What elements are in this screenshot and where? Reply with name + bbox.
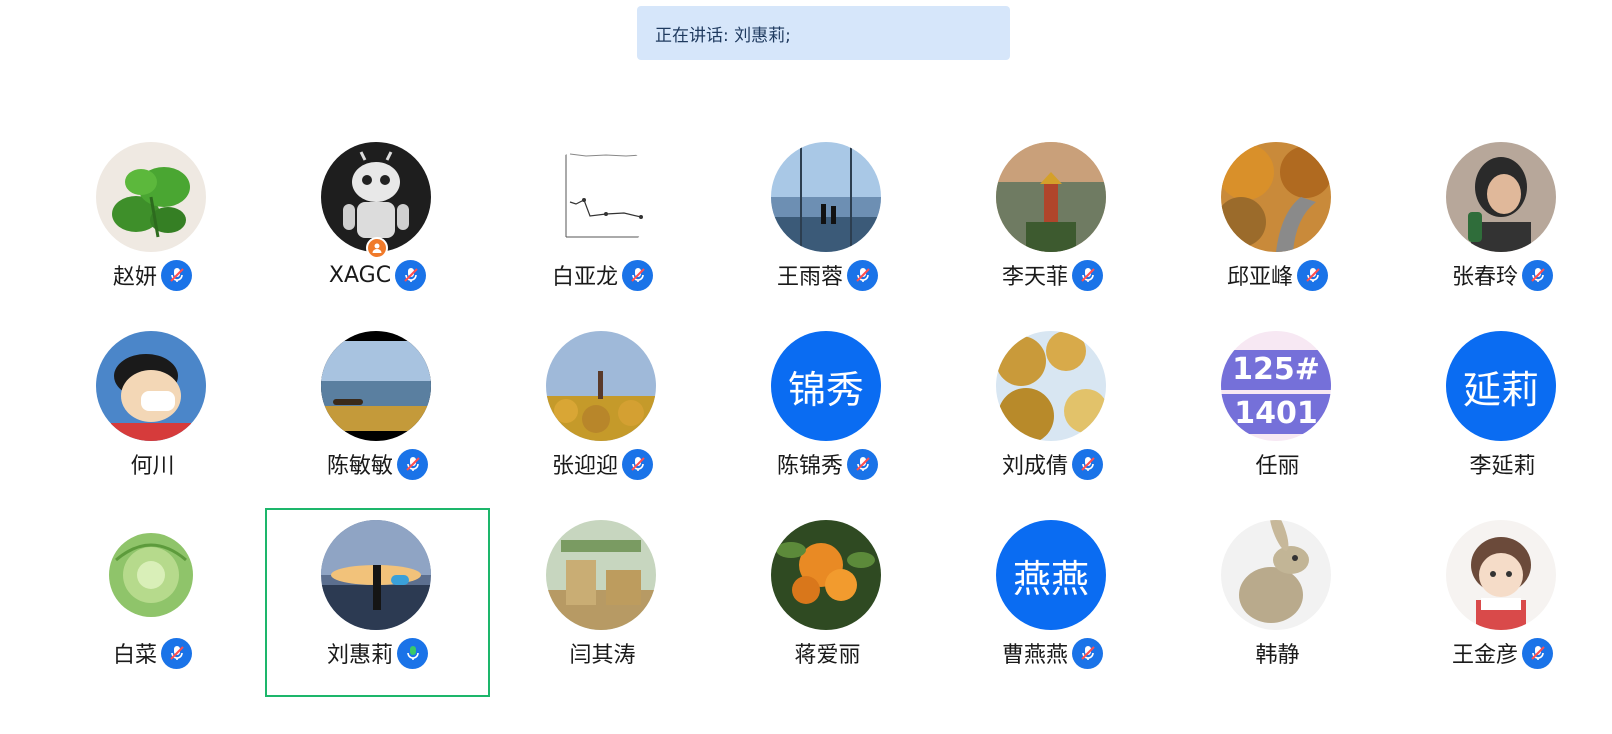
mic-muted-icon[interactable] xyxy=(1072,448,1103,480)
avatar xyxy=(546,142,656,252)
mic-muted-icon[interactable] xyxy=(847,448,878,480)
participant-name: 蒋爱丽 xyxy=(794,643,861,668)
participant-tile[interactable]: 刘成倩 xyxy=(940,319,1165,508)
mic-muted-icon[interactable] xyxy=(1072,259,1103,291)
avatar xyxy=(96,520,206,630)
participant-tile[interactable]: 闫其涛 xyxy=(490,508,715,697)
participant-name: 邱亚峰 xyxy=(1226,265,1293,290)
participant-tile[interactable]: 陈敏敏 xyxy=(265,319,490,508)
participant-row: 白菜 刘惠莉 闫其涛 蒋爱丽 燕燕 曹燕燕 韩静 王金彦 xyxy=(40,508,1580,697)
participant-name: 闫其涛 xyxy=(569,643,636,668)
avatar: 燕燕 xyxy=(996,520,1106,630)
participant-tile[interactable]: 何川 xyxy=(40,319,265,508)
participant-tile[interactable]: 李天菲 xyxy=(940,130,1165,319)
mic-speaking-icon[interactable] xyxy=(397,637,428,669)
participant-tile[interactable]: 张迎迎 xyxy=(490,319,715,508)
avatar-initials: 燕燕 xyxy=(1012,556,1089,601)
participant-tile[interactable]: 王金彦 xyxy=(1390,508,1612,697)
participant-tile[interactable]: 125# 1401 任丽 xyxy=(1165,319,1390,508)
participant-tile[interactable]: 韩静 xyxy=(1165,508,1390,697)
participant-tile[interactable]: 赵妍 xyxy=(40,130,265,319)
participant-name: 张春玲 xyxy=(1451,265,1518,290)
participant-name: 王雨蓉 xyxy=(776,265,843,290)
mic-muted-icon[interactable] xyxy=(622,259,653,291)
avatar xyxy=(771,142,881,252)
participant-tile[interactable]: 白菜 xyxy=(40,508,265,697)
participant-name: XAGC xyxy=(328,262,392,288)
participant-name: 张迎迎 xyxy=(551,454,618,479)
mic-muted-icon[interactable] xyxy=(1522,637,1553,669)
speaking-banner: 正在讲话: 刘惠莉; xyxy=(637,6,1010,60)
avatar xyxy=(1446,520,1556,630)
participant-name: 陈敏敏 xyxy=(326,454,393,479)
participant-name: 韩静 xyxy=(1255,643,1300,668)
avatar-initials: 延莉 xyxy=(1462,367,1539,412)
participant-name: 陈锦秀 xyxy=(776,454,843,479)
speaking-label: 正在讲话: 刘惠莉; xyxy=(655,25,791,46)
avatar xyxy=(1221,142,1331,252)
avatar: 125# 1401 xyxy=(1221,331,1331,441)
participant-name: 曹燕燕 xyxy=(1001,643,1068,668)
participant-tile[interactable]: 张春玲 xyxy=(1390,130,1612,319)
participant-tile[interactable]: 蒋爱丽 xyxy=(715,508,940,697)
participant-row: 何川 陈敏敏 张迎迎 锦秀 陈锦秀 刘成倩 125# 1401 任丽 延莉 李延… xyxy=(40,319,1580,508)
participant-name: 李延莉 xyxy=(1469,454,1536,479)
participant-grid: 赵妍 XAGC 白亚龙 王雨蓉 李天菲 邱亚峰 张春玲 何川 陈敏敏 张迎迎 锦… xyxy=(40,130,1580,697)
participant-tile[interactable]: 延莉 李延莉 xyxy=(1390,319,1612,508)
mic-muted-icon[interactable] xyxy=(395,259,427,291)
participant-name: 李天菲 xyxy=(1001,265,1068,290)
avatar xyxy=(996,142,1106,252)
avatar xyxy=(996,331,1106,441)
mic-muted-icon[interactable] xyxy=(1522,259,1553,291)
mic-muted-icon[interactable] xyxy=(161,259,192,291)
participant-name: 王金彦 xyxy=(1451,643,1518,668)
participant-name: 何川 xyxy=(130,454,175,479)
participant-tile[interactable]: 邱亚峰 xyxy=(1165,130,1390,319)
participant-row: 赵妍 XAGC 白亚龙 王雨蓉 李天菲 邱亚峰 张春玲 xyxy=(40,130,1580,319)
avatar: 锦秀 xyxy=(771,331,881,441)
participant-tile[interactable]: 燕燕 曹燕燕 xyxy=(940,508,1165,697)
participant-tile[interactable]: XAGC xyxy=(265,130,490,319)
participant-name: 白亚龙 xyxy=(551,265,618,290)
avatar-initials: 锦秀 xyxy=(787,367,864,412)
avatar xyxy=(321,520,431,630)
participant-name: 刘成倩 xyxy=(1001,454,1068,479)
participant-name: 白菜 xyxy=(112,643,157,668)
mic-muted-icon[interactable] xyxy=(397,448,428,480)
mic-muted-icon[interactable] xyxy=(1072,637,1103,669)
avatar xyxy=(96,142,206,252)
avatar xyxy=(96,331,206,441)
participant-name: 赵妍 xyxy=(112,265,157,290)
mic-muted-icon[interactable] xyxy=(1297,259,1328,291)
mic-muted-icon[interactable] xyxy=(161,637,192,669)
host-icon xyxy=(366,237,388,259)
avatar xyxy=(1221,520,1331,630)
avatar xyxy=(321,142,431,252)
participant-name: 任丽 xyxy=(1255,454,1300,479)
participant-tile[interactable]: 王雨蓉 xyxy=(715,130,940,319)
mic-muted-icon[interactable] xyxy=(622,448,653,480)
avatar xyxy=(546,520,656,630)
avatar: 延莉 xyxy=(1446,331,1556,441)
participant-tile[interactable]: 锦秀 陈锦秀 xyxy=(715,319,940,508)
participant-tile-active-speaker[interactable]: 刘惠莉 xyxy=(265,508,490,697)
avatar xyxy=(321,331,431,441)
avatar xyxy=(546,331,656,441)
avatar xyxy=(771,520,881,630)
avatar xyxy=(1446,142,1556,252)
participant-tile[interactable]: 白亚龙 xyxy=(490,130,715,319)
mic-muted-icon[interactable] xyxy=(847,259,878,291)
participant-name: 刘惠莉 xyxy=(326,643,393,668)
